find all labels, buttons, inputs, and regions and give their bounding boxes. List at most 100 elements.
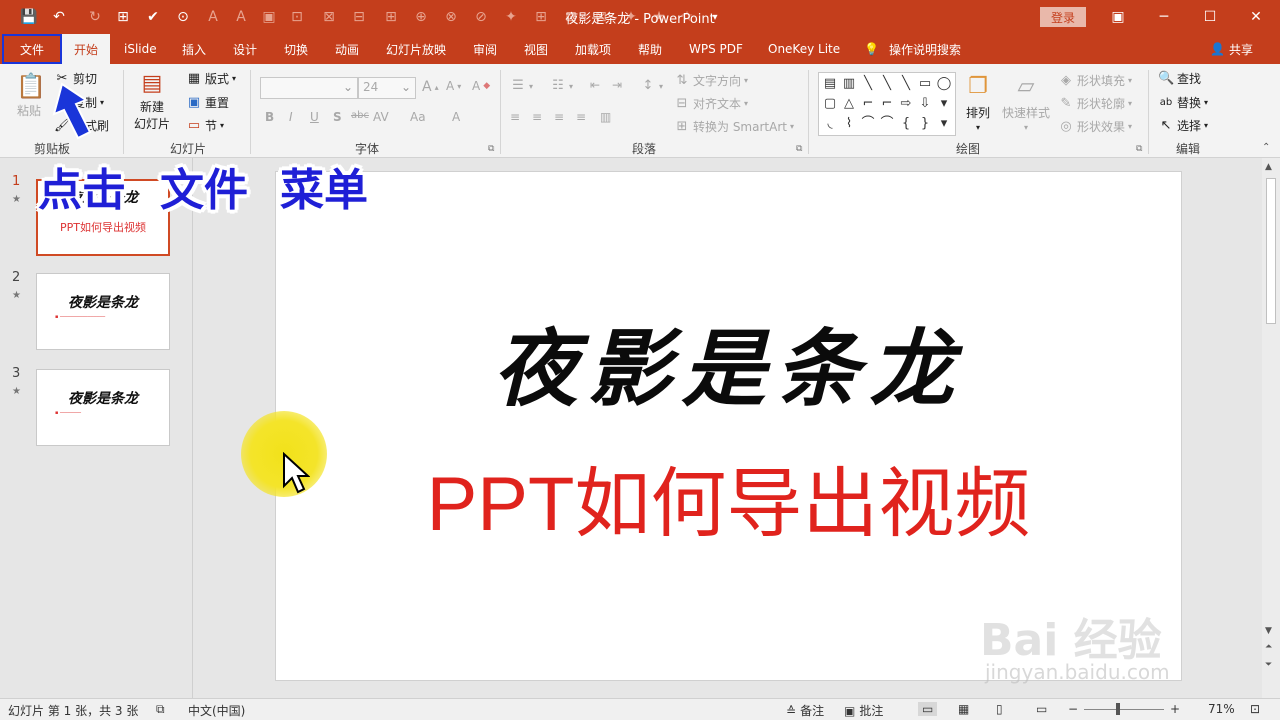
section-button[interactable]: ▭ 节 ▾	[186, 117, 224, 134]
increase-indent-icon[interactable]: ⇥	[612, 78, 622, 92]
shrink-font-icon[interactable]: A ▾	[446, 79, 461, 93]
tab-slideshow[interactable]: 幻灯片放映	[386, 34, 446, 64]
tab-help[interactable]: 帮助	[638, 34, 662, 64]
zoom-level[interactable]: 71%	[1208, 702, 1235, 716]
shape-fill-button[interactable]: ◈ 形状填充 ▾	[1058, 72, 1132, 89]
close-icon[interactable]: ✕	[1234, 0, 1278, 34]
line-spacing-button[interactable]: ↕ ▾	[640, 78, 663, 94]
shape-item[interactable]: ⌒	[859, 114, 877, 134]
font-size-combo[interactable]: 24 ⌄	[358, 77, 416, 99]
shape-item[interactable]: }	[916, 114, 934, 134]
bullets-button[interactable]: ☰ ▾	[510, 78, 533, 94]
drawing-dialog-launcher-icon[interactable]: ⧉	[1136, 144, 1142, 154]
grow-font-icon[interactable]: A ▴	[422, 79, 439, 95]
qat-tool-5-icon[interactable]: ⊠	[318, 5, 340, 29]
strikethrough-button[interactable]: abc	[351, 110, 369, 121]
shape-item[interactable]: ▾	[935, 94, 953, 114]
shape-item[interactable]: ╲	[878, 74, 896, 94]
next-slide-icon[interactable]: ⏷	[1265, 660, 1272, 670]
tab-animations[interactable]: 动画	[335, 34, 359, 64]
scroll-down-icon[interactable]: ▼	[1265, 626, 1272, 636]
font-color-button[interactable]: A	[452, 110, 460, 124]
shape-effects-button[interactable]: ◎ 形状效果 ▾	[1058, 118, 1132, 135]
paragraph-dialog-launcher-icon[interactable]: ⧉	[796, 144, 802, 154]
replace-button[interactable]: ab 替换 ▾	[1158, 94, 1208, 111]
tab-transitions[interactable]: 切换	[284, 34, 308, 64]
login-button[interactable]: 登录	[1040, 7, 1086, 27]
text-direction-button[interactable]: ⇅ 文字方向 ▾	[674, 72, 748, 89]
smartart-button[interactable]: ⊞ 转换为 SmartArt ▾	[674, 118, 794, 135]
shape-item[interactable]: ⌒	[878, 114, 896, 134]
shadow-button[interactable]: S	[333, 110, 342, 124]
tab-islide[interactable]: iSlide	[124, 34, 157, 64]
shape-item[interactable]: ⇩	[916, 94, 934, 114]
shape-item[interactable]: ╲	[859, 74, 877, 94]
shape-item[interactable]: ▥	[840, 74, 858, 94]
slide-subtitle[interactable]: PPT如何导出视频	[276, 442, 1181, 552]
zoom-slider[interactable]	[1084, 709, 1164, 710]
arrange-button[interactable]: ❐ 排列 ▾	[964, 72, 992, 132]
qat-font-down-icon[interactable]: A	[230, 5, 252, 29]
vertical-scrollbar[interactable]: ▲ ▼ ⏶ ⏷	[1262, 158, 1280, 698]
tab-addins[interactable]: 加载项	[575, 34, 611, 64]
find-button[interactable]: 🔍 查找	[1158, 70, 1201, 87]
tab-wps-pdf[interactable]: WPS PDF	[689, 34, 743, 64]
align-center-icon[interactable]: ≡	[532, 110, 542, 124]
shape-outline-button[interactable]: ✎ 形状轮廓 ▾	[1058, 95, 1132, 112]
zoom-slider-thumb[interactable]	[1116, 703, 1120, 715]
qat-star-icon[interactable]: ★	[648, 5, 670, 29]
notes-button[interactable]: ≙ 备注	[786, 702, 824, 719]
scrollbar-thumb[interactable]	[1266, 178, 1276, 324]
font-dialog-launcher-icon[interactable]: ⧉	[488, 144, 494, 154]
quick-styles-button[interactable]: ▱ 快速样式 ▾	[1002, 72, 1050, 132]
shape-item[interactable]: ▾	[935, 114, 953, 134]
qat-tool-2-icon[interactable]: ✔	[142, 5, 164, 29]
shape-item[interactable]: ⌐	[878, 94, 896, 114]
tab-file[interactable]: 文件	[2, 34, 62, 64]
qat-customize-icon[interactable]: ▾	[704, 5, 726, 29]
reading-view-icon[interactable]: ▯	[996, 702, 1003, 716]
justify-icon[interactable]: ≡	[576, 110, 586, 124]
paste-button[interactable]: 📋 粘贴	[16, 72, 46, 119]
shape-item[interactable]: ⌇	[840, 114, 858, 134]
tab-review[interactable]: 审阅	[473, 34, 497, 64]
font-name-combo[interactable]: ⌄	[260, 77, 358, 99]
reset-button[interactable]: ▣ 重置	[186, 94, 229, 111]
minimize-icon[interactable]: ─	[1142, 0, 1186, 34]
qat-star-outline-icon[interactable]: ☆	[676, 5, 698, 29]
shape-item[interactable]: △	[840, 94, 858, 114]
slideshow-icon[interactable]: ▭	[1036, 702, 1047, 716]
slide-thumbnail[interactable]: 夜影是条龙 ▪ ───────	[36, 369, 170, 446]
slide-title[interactable]: 夜影是条龙	[276, 302, 1181, 423]
qat-tool-12-icon[interactable]: ⊞	[530, 5, 552, 29]
qat-tool-9-icon[interactable]: ⊗	[440, 5, 462, 29]
ribbon-display-icon[interactable]: ▣	[1096, 0, 1140, 34]
qat-start-show-icon[interactable]: ⊙	[172, 5, 194, 29]
tab-design[interactable]: 设计	[233, 34, 257, 64]
tell-me-search[interactable]: 💡 操作说明搜索	[864, 34, 961, 64]
tab-insert[interactable]: 插入	[182, 34, 206, 64]
spellcheck-icon[interactable]: ⧉	[156, 702, 165, 717]
shape-item[interactable]: ▭	[916, 74, 934, 94]
tab-home[interactable]: 开始	[62, 34, 110, 64]
previous-slide-icon[interactable]: ⏶	[1265, 642, 1272, 652]
qat-tool-14-icon[interactable]: ⊠	[590, 5, 612, 29]
normal-view-icon[interactable]: ▭	[918, 702, 938, 716]
columns-icon[interactable]: ▥	[600, 110, 611, 124]
qat-font-up-icon[interactable]: A	[202, 5, 224, 29]
slide-sorter-icon[interactable]: ▦	[958, 702, 969, 716]
slide-thumbnail[interactable]: 夜影是条龙 ▪ ───────────────	[36, 273, 170, 350]
qat-tool-11-icon[interactable]: ✦	[500, 5, 522, 29]
change-case-button[interactable]: Aa	[410, 110, 426, 124]
shape-item[interactable]: ▢	[821, 94, 839, 114]
shape-item[interactable]: ╲	[897, 74, 915, 94]
character-spacing-button[interactable]: AV	[373, 110, 389, 124]
qat-tool-1-icon[interactable]: ⊞	[112, 5, 134, 29]
shape-item[interactable]: ◯	[935, 74, 953, 94]
tab-view[interactable]: 视图	[524, 34, 548, 64]
qat-tool-10-icon[interactable]: ⊘	[470, 5, 492, 29]
new-slide-button[interactable]: ▤ 新建 幻灯片	[134, 70, 170, 132]
share-button[interactable]: 👤 共享	[1210, 34, 1253, 64]
tab-onekey-lite[interactable]: OneKey Lite	[768, 34, 840, 64]
align-right-icon[interactable]: ≡	[554, 110, 564, 124]
